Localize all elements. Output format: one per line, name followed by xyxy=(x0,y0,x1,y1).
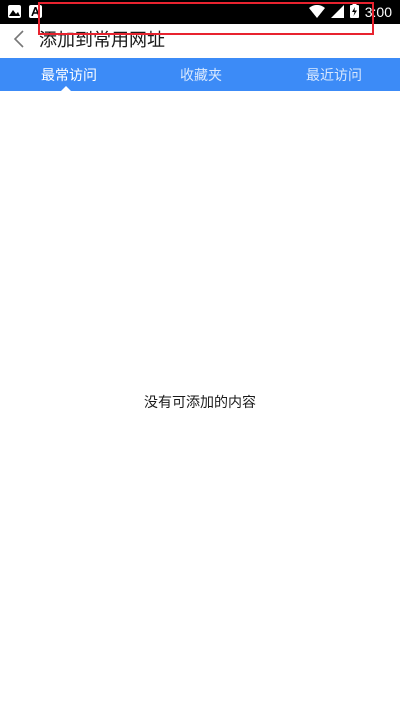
battery-charging-icon xyxy=(349,2,359,22)
empty-state-message: 没有可添加的内容 xyxy=(144,395,256,411)
screen: 3:00 添加到常用网址 最常访问 收藏夹 最近访问 没有可添加的内容 xyxy=(0,0,400,711)
active-tab-indicator xyxy=(61,86,71,91)
chevron-left-icon xyxy=(13,29,25,53)
tab-label: 最常访问 xyxy=(41,67,97,84)
font-a-icon xyxy=(29,5,42,18)
back-button[interactable] xyxy=(6,26,32,56)
status-bar-right-icons: 3:00 xyxy=(308,0,392,24)
tab-label: 收藏夹 xyxy=(180,67,222,84)
tab-label: 最近访问 xyxy=(306,67,362,84)
tab-bar: 最常访问 收藏夹 最近访问 xyxy=(0,58,400,91)
wifi-icon xyxy=(308,3,325,22)
image-icon xyxy=(8,5,21,18)
status-time: 3:00 xyxy=(364,4,392,20)
tab-favorites[interactable]: 收藏夹 xyxy=(180,58,222,91)
page-title: 添加到常用网址 xyxy=(39,30,165,51)
tab-recent[interactable]: 最近访问 xyxy=(306,58,362,91)
signal-icon xyxy=(330,3,344,22)
status-bar-left-icons xyxy=(8,5,42,18)
app-header: 添加到常用网址 xyxy=(0,24,400,58)
status-bar: 3:00 xyxy=(0,0,400,24)
